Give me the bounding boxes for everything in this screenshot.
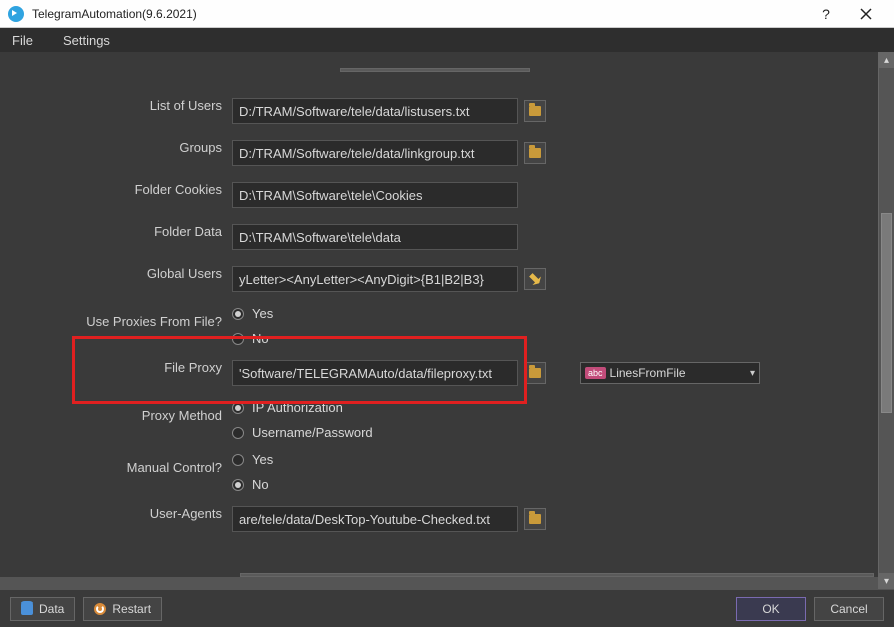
use-proxies-yes-label: Yes xyxy=(252,306,273,321)
label-folder-data: Folder Data xyxy=(0,218,232,239)
close-icon xyxy=(860,8,872,20)
titlebar: TelegramAutomation(9.6.2021) ? xyxy=(0,0,894,28)
help-button[interactable]: ? xyxy=(806,0,846,28)
folder-icon xyxy=(529,106,541,116)
file-proxy-mode-select[interactable]: abc LinesFromFile ▾ xyxy=(580,362,760,384)
use-proxies-yes[interactable]: Yes xyxy=(232,306,273,321)
browse-user-agents[interactable] xyxy=(524,508,546,530)
scroll-up-icon[interactable]: ▴ xyxy=(879,52,894,68)
input-global-users[interactable] xyxy=(232,266,518,292)
restart-icon xyxy=(94,603,106,615)
manual-control-yes-label: Yes xyxy=(252,452,273,467)
input-groups[interactable] xyxy=(232,140,518,166)
bottom-divider xyxy=(240,573,874,577)
abc-badge: abc xyxy=(585,367,606,379)
label-groups: Groups xyxy=(0,134,232,155)
proxy-method-ip-label: IP Authorization xyxy=(252,400,343,415)
radio-icon xyxy=(232,333,244,345)
window-title: TelegramAutomation(9.6.2021) xyxy=(32,7,806,21)
folder-icon xyxy=(529,368,541,378)
cancel-button-label: Cancel xyxy=(830,602,867,616)
label-folder-cookies: Folder Cookies xyxy=(0,176,232,197)
proxy-method-userpass-label: Username/Password xyxy=(252,425,373,440)
label-user-agents: User-Agents xyxy=(0,500,232,521)
radio-icon xyxy=(232,427,244,439)
pencil-icon xyxy=(527,271,544,288)
data-button[interactable]: Data xyxy=(10,597,75,621)
form-area: List of Users Groups Folder Cookies Fold… xyxy=(0,52,878,577)
input-user-agents[interactable] xyxy=(232,506,518,532)
use-proxies-group: Yes No xyxy=(232,302,273,350)
browse-groups[interactable] xyxy=(524,142,546,164)
menubar: File Settings xyxy=(0,28,894,52)
proxy-method-group: IP Authorization Username/Password xyxy=(232,396,373,444)
cancel-button[interactable]: Cancel xyxy=(814,597,884,621)
manual-control-group: Yes No xyxy=(232,448,273,496)
edit-global-users[interactable] xyxy=(524,268,546,290)
use-proxies-no[interactable]: No xyxy=(232,331,273,346)
label-manual-control: Manual Control? xyxy=(0,448,232,475)
proxy-method-userpass[interactable]: Username/Password xyxy=(232,425,373,440)
manual-control-yes[interactable]: Yes xyxy=(232,452,273,467)
label-global-users: Global Users xyxy=(0,260,232,281)
scroll-thumb[interactable] xyxy=(881,213,892,413)
manual-control-no-label: No xyxy=(252,477,269,492)
scroll-track[interactable] xyxy=(879,68,894,573)
bottombar: Data Restart OK Cancel xyxy=(0,589,894,627)
radio-icon xyxy=(232,402,244,414)
content-area: List of Users Groups Folder Cookies Fold… xyxy=(0,52,894,589)
ok-button-label: OK xyxy=(762,602,779,616)
browse-list-of-users[interactable] xyxy=(524,100,546,122)
close-button[interactable] xyxy=(846,0,886,28)
data-button-label: Data xyxy=(39,602,64,616)
app-icon xyxy=(8,6,24,22)
use-proxies-no-label: No xyxy=(252,331,269,346)
restart-button-label: Restart xyxy=(112,602,151,616)
label-proxy-method: Proxy Method xyxy=(0,396,232,423)
restart-button[interactable]: Restart xyxy=(83,597,162,621)
database-icon xyxy=(21,603,33,615)
input-list-of-users[interactable] xyxy=(232,98,518,124)
label-list-of-users: List of Users xyxy=(0,92,232,113)
input-folder-cookies[interactable] xyxy=(232,182,518,208)
input-folder-data[interactable] xyxy=(232,224,518,250)
chevron-down-icon: ▾ xyxy=(750,368,755,379)
radio-icon xyxy=(232,308,244,320)
proxy-method-ip[interactable]: IP Authorization xyxy=(232,400,373,415)
input-file-proxy[interactable] xyxy=(232,360,518,386)
label-use-proxies: Use Proxies From File? xyxy=(0,302,232,329)
folder-icon xyxy=(529,514,541,524)
horizontal-scrollbar[interactable] xyxy=(0,577,878,589)
radio-icon xyxy=(232,454,244,466)
top-divider xyxy=(340,68,530,72)
menu-file[interactable]: File xyxy=(6,31,39,50)
menu-settings[interactable]: Settings xyxy=(57,31,116,50)
radio-icon xyxy=(232,479,244,491)
ok-button[interactable]: OK xyxy=(736,597,806,621)
vertical-scrollbar[interactable]: ▴ ▾ xyxy=(878,52,894,589)
label-file-proxy: File Proxy xyxy=(0,354,232,375)
manual-control-no[interactable]: No xyxy=(232,477,273,492)
file-proxy-mode-text: LinesFromFile xyxy=(610,366,746,380)
scroll-down-icon[interactable]: ▾ xyxy=(879,573,894,589)
folder-icon xyxy=(529,148,541,158)
browse-file-proxy[interactable] xyxy=(524,362,546,384)
